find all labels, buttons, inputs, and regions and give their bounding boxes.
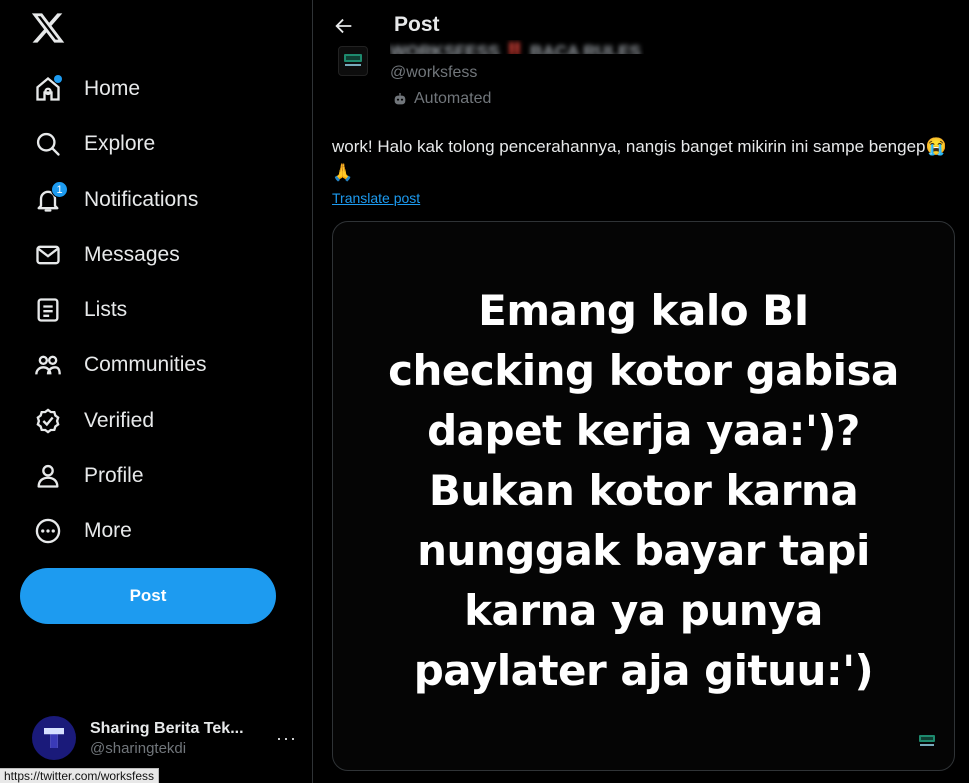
author-handle[interactable]: @worksfess [390, 64, 477, 82]
envelope-icon [34, 241, 62, 269]
automated-label: Automated [392, 90, 491, 108]
sidebar-item-verified[interactable]: Verified [22, 396, 166, 446]
page-title: Post [394, 13, 440, 36]
tweet-image[interactable]: Emang kalo BI checking kotor gabisa dape… [332, 221, 955, 771]
author-avatar[interactable] [338, 46, 368, 76]
status-bar-url: https://twitter.com/worksfess [0, 768, 160, 783]
sidebar-item-lists[interactable]: Lists [22, 285, 139, 335]
sidebar-item-profile[interactable]: Profile [22, 451, 156, 501]
image-text-line: dapet kerja yaa:')? [427, 406, 860, 455]
sidebar-item-explore[interactable]: Explore [22, 119, 167, 169]
people-icon [34, 351, 62, 379]
x-logo-icon[interactable] [30, 10, 66, 46]
image-text-line: karna ya punya [464, 586, 823, 635]
image-text-line: paylater aja gituu:') [413, 646, 874, 695]
person-icon [34, 462, 62, 490]
sidebar-item-notifications[interactable]: 1 Notifications [22, 175, 210, 225]
post-button[interactable]: Post [20, 568, 276, 624]
sidebar: Home Explore 1 Notifications Messages Li… [0, 0, 313, 783]
sidebar-item-label: Profile [84, 464, 144, 487]
watermark-logo-icon [918, 734, 936, 748]
image-text-line: checking kotor gabisa [388, 346, 899, 395]
sidebar-item-label: Lists [84, 298, 128, 321]
new-posts-dot [54, 75, 62, 83]
sidebar-item-more[interactable]: More [22, 506, 144, 556]
back-arrow-icon[interactable] [330, 12, 358, 40]
sidebar-item-label: Communities [84, 353, 207, 376]
sidebar-item-home[interactable]: Home [22, 64, 152, 114]
list-icon [34, 296, 62, 324]
account-handle: @sharingtekdi [90, 739, 187, 757]
bell-icon: 1 [34, 181, 68, 214]
main-column: Post WORKSFESS ‼️ BACA RULES ‼️ @worksfe… [314, 0, 969, 783]
home-icon [34, 75, 62, 103]
robot-icon [394, 93, 406, 105]
account-switcher[interactable]: Sharing Berita Tek... @sharingtekdi ··· [22, 708, 307, 768]
sidebar-item-label: Home [84, 77, 141, 100]
sidebar-item-label: Explore [84, 132, 156, 155]
sidebar-item-label: Verified [84, 409, 155, 432]
sidebar-item-label: Messages [84, 243, 180, 266]
search-icon [34, 130, 62, 158]
tweet-text: work! Halo kak tolong pencerahannya, nan… [332, 137, 947, 182]
notification-count-badge: 1 [51, 181, 68, 198]
sidebar-item-communities[interactable]: Communities [22, 340, 219, 390]
sidebar-item-label: Notifications [84, 188, 199, 211]
automated-text: Automated [414, 90, 492, 107]
sidebar-item-label: More [84, 519, 132, 542]
account-name: Sharing Berita Tek... [90, 719, 244, 737]
avatar [32, 716, 76, 760]
verified-icon [34, 407, 62, 435]
image-text-line: Emang kalo BI [478, 286, 809, 335]
translate-post-link[interactable]: Translate post [332, 190, 420, 206]
sidebar-item-messages[interactable]: Messages [22, 230, 192, 280]
account-more-icon[interactable]: ··· [276, 728, 297, 749]
more-circle-icon [34, 517, 62, 545]
author-name[interactable]: WORKSFESS ‼️ BACA RULES ‼️ [390, 40, 644, 54]
image-text-line: Bukan kotor karna [428, 466, 859, 515]
image-text-line: nunggak bayar tapi [417, 526, 870, 575]
